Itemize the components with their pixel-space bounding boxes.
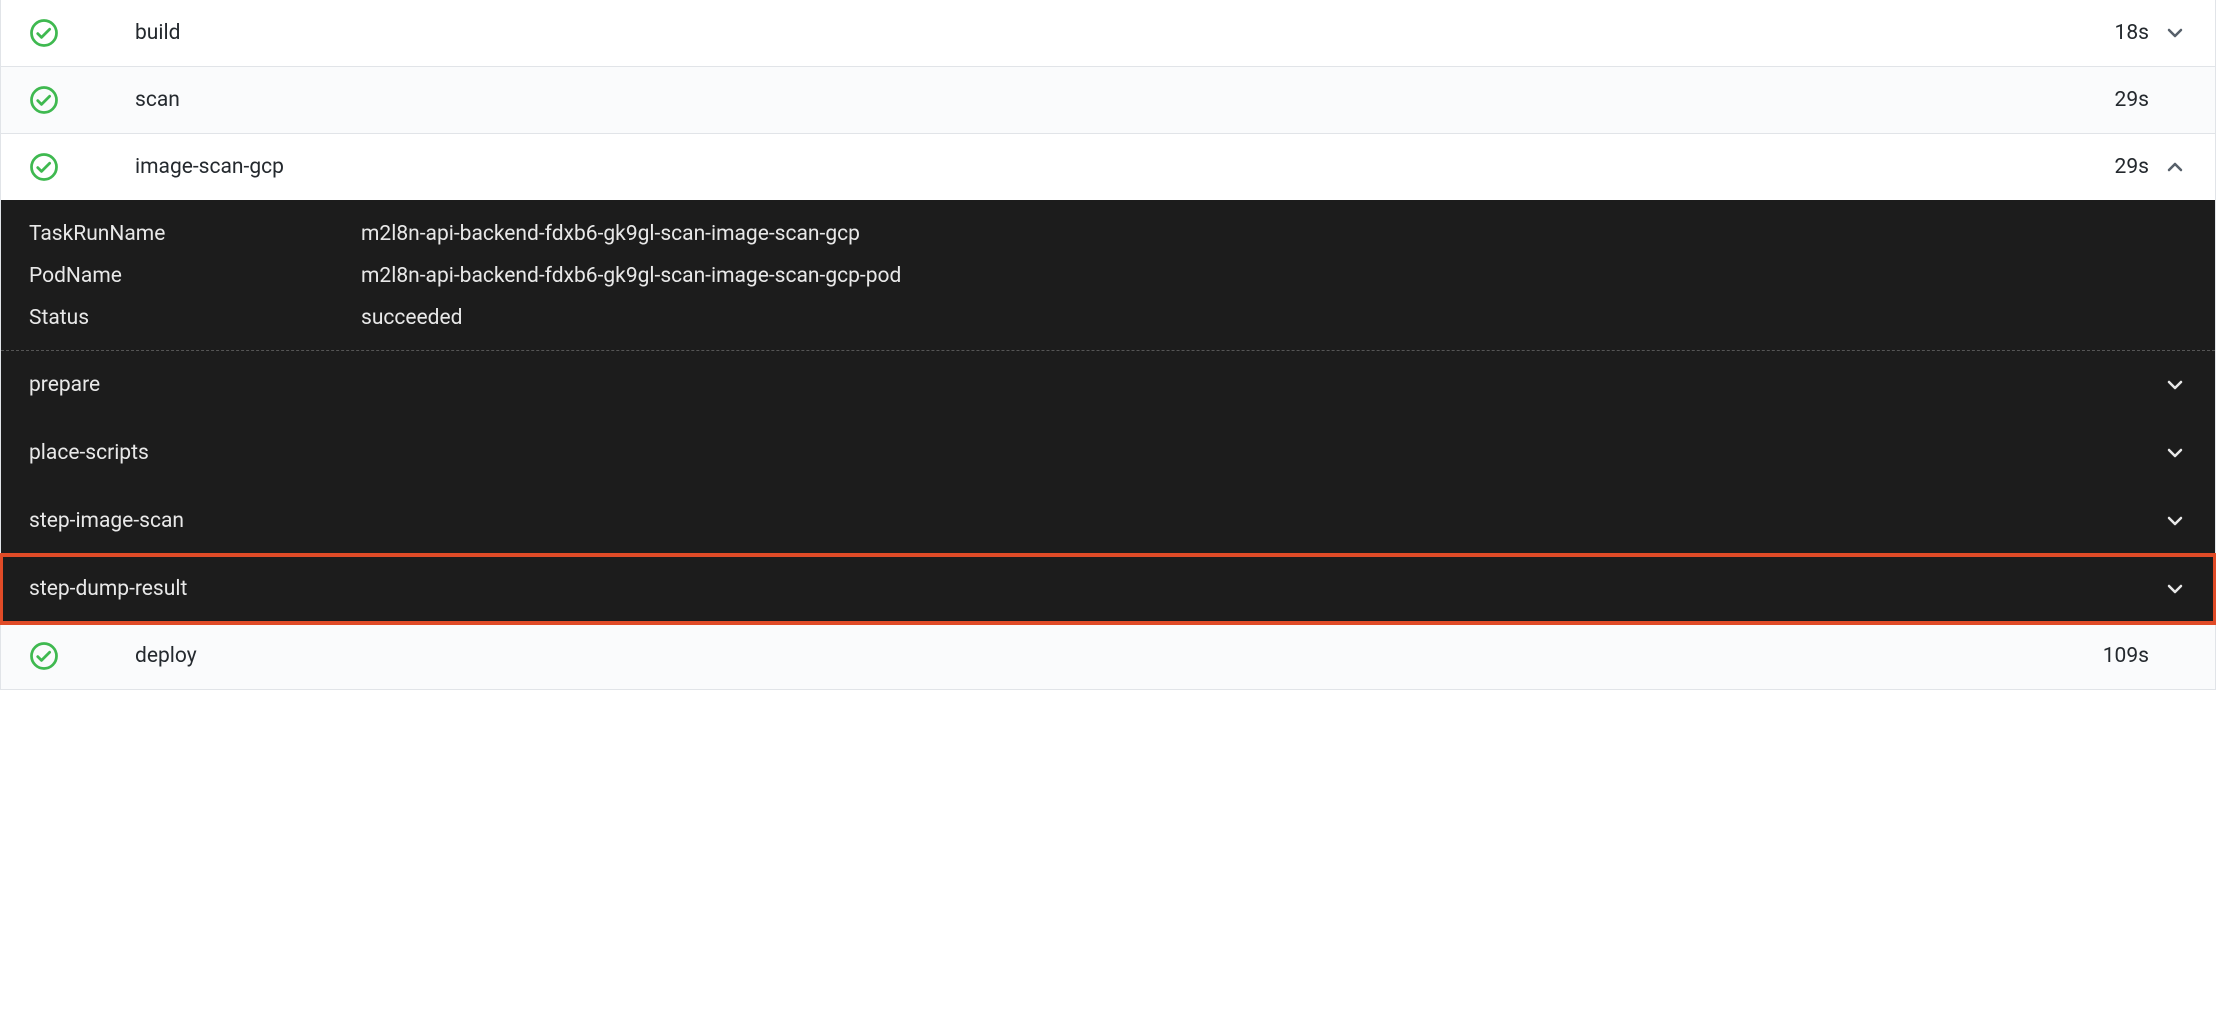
task-row-scan[interactable]: scan 29s: [1, 67, 2215, 134]
step-name: step-dump-result: [29, 577, 2163, 601]
chevron-down-icon: [2163, 21, 2187, 45]
chevron-down-icon: [2163, 441, 2187, 465]
meta-label: Status: [29, 306, 361, 330]
step-name: place-scripts: [29, 441, 2163, 465]
task-name: deploy: [135, 644, 2103, 668]
chevron-down-icon: [2163, 577, 2187, 601]
chevron-up-icon: [2163, 155, 2187, 179]
pipeline-task-list: build 18s scan 29s image-scan-gcp 29s: [0, 0, 2216, 690]
step-name: prepare: [29, 373, 2163, 397]
step-row-place-scripts[interactable]: place-scripts: [1, 419, 2215, 487]
task-duration: 18s: [2115, 21, 2149, 45]
step-row-step-image-scan[interactable]: step-image-scan: [1, 487, 2215, 555]
meta-value: m2l8n-api-backend-fdxb6-gk9gl-scan-image…: [361, 222, 860, 246]
meta-row-taskrunname: TaskRunName m2l8n-api-backend-fdxb6-gk9g…: [29, 222, 2187, 246]
task-name: scan: [135, 88, 2115, 112]
success-icon: [29, 641, 59, 671]
chevron-down-icon: [2163, 509, 2187, 533]
task-duration: 29s: [2115, 155, 2149, 179]
step-name: step-image-scan: [29, 509, 2163, 533]
task-duration: 109s: [2103, 644, 2149, 668]
chevron-down-icon: [2163, 373, 2187, 397]
success-icon: [29, 152, 59, 182]
task-row-build[interactable]: build 18s: [1, 0, 2215, 67]
task-row-deploy[interactable]: deploy 109s: [1, 623, 2215, 690]
meta-label: TaskRunName: [29, 222, 361, 246]
success-icon: [29, 85, 59, 115]
task-name: build: [135, 21, 2115, 45]
task-detail-panel: TaskRunName m2l8n-api-backend-fdxb6-gk9g…: [1, 200, 2215, 623]
meta-row-status: Status succeeded: [29, 306, 2187, 330]
chevron-placeholder: [2163, 644, 2187, 668]
meta-label: PodName: [29, 264, 361, 288]
chevron-placeholder: [2163, 88, 2187, 112]
task-duration: 29s: [2115, 88, 2149, 112]
meta-value: succeeded: [361, 306, 463, 330]
task-row-image-scan-gcp[interactable]: image-scan-gcp 29s: [1, 134, 2215, 200]
step-row-prepare[interactable]: prepare: [1, 351, 2215, 419]
task-meta: TaskRunName m2l8n-api-backend-fdxb6-gk9g…: [1, 200, 2215, 351]
meta-row-podname: PodName m2l8n-api-backend-fdxb6-gk9gl-sc…: [29, 264, 2187, 288]
step-row-step-dump-result[interactable]: step-dump-result: [1, 555, 2215, 623]
success-icon: [29, 18, 59, 48]
task-name: image-scan-gcp: [135, 155, 2115, 179]
meta-value: m2l8n-api-backend-fdxb6-gk9gl-scan-image…: [361, 264, 901, 288]
